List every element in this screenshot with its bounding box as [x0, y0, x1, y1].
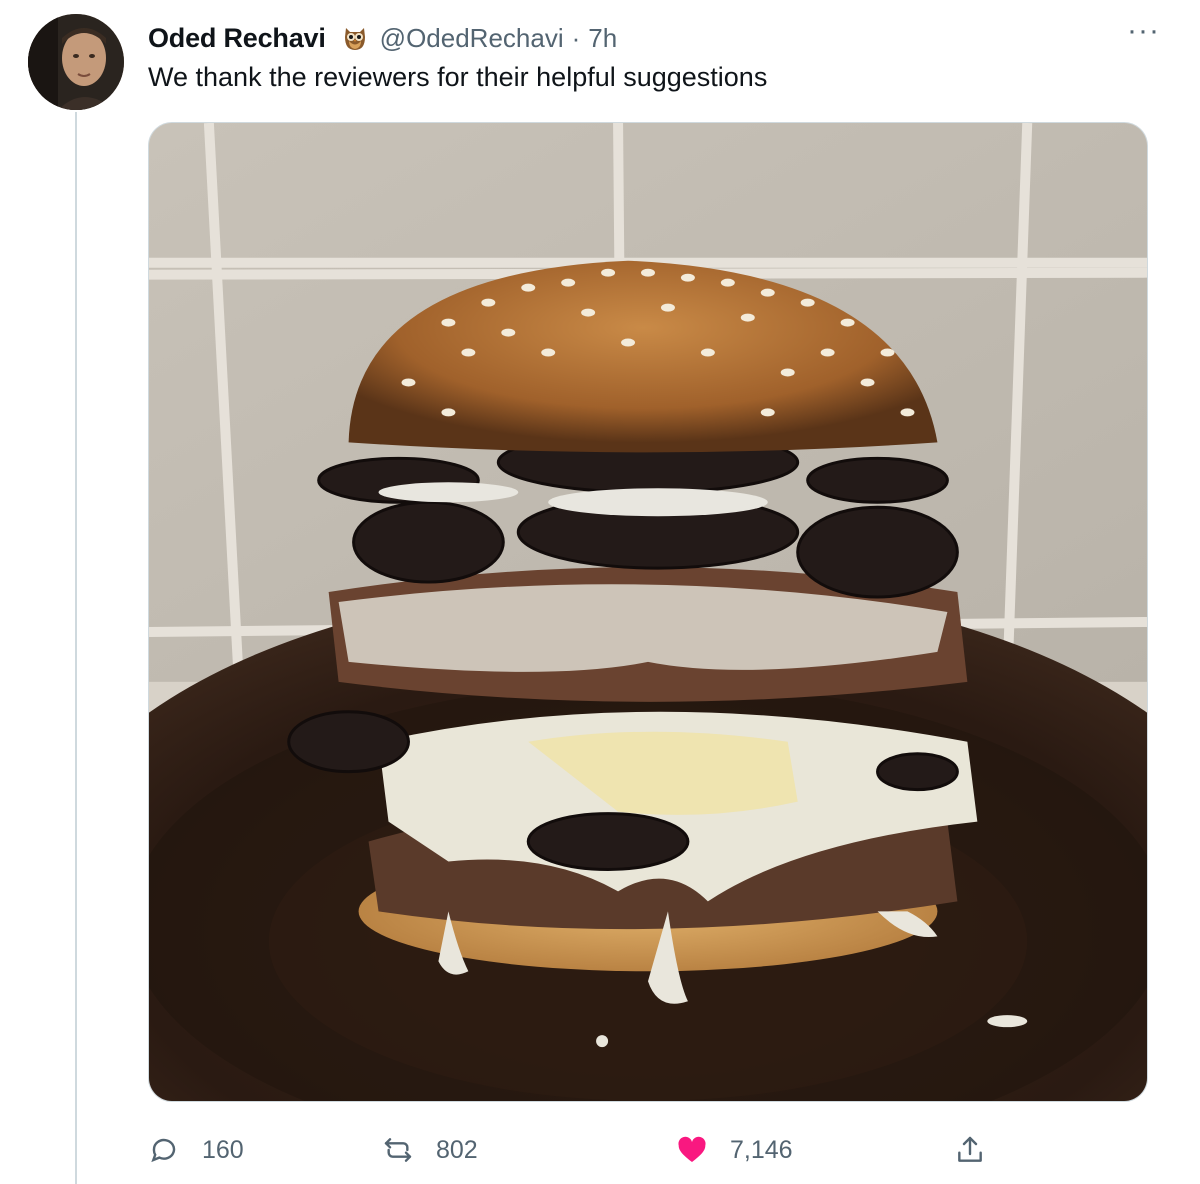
share-button[interactable]: [954, 1128, 1008, 1172]
like-button[interactable]: 7,146: [676, 1128, 793, 1172]
timestamp[interactable]: 7h: [588, 23, 617, 54]
tweet-header: Oded Rechavi @OdedRechavi · 7h: [148, 18, 617, 58]
avatar[interactable]: [28, 14, 124, 110]
tweet-text: We thank the reviewers for their helpful…: [148, 62, 768, 92]
retweet-icon: [382, 1134, 414, 1166]
share-icon: [954, 1134, 986, 1166]
retweet-count: 802: [436, 1135, 478, 1164]
display-name[interactable]: Oded Rechavi: [148, 23, 326, 54]
like-count: 7,146: [730, 1135, 793, 1164]
heart-icon: [676, 1134, 708, 1166]
reply-icon: [148, 1134, 180, 1166]
tweet-actions: 160 802 7,146: [148, 1128, 1148, 1172]
avatar-image: [28, 14, 124, 110]
burger-photo: [149, 123, 1147, 1101]
thread-line: [75, 112, 77, 1184]
separator-dot: ·: [571, 22, 581, 53]
owl-icon: [340, 23, 370, 53]
more-icon[interactable]: ···: [1127, 16, 1160, 46]
reply-button[interactable]: 160: [148, 1128, 244, 1172]
user-handle[interactable]: @OdedRechavi: [380, 23, 564, 54]
retweet-button[interactable]: 802: [382, 1128, 478, 1172]
reply-count: 160: [202, 1135, 244, 1164]
tweet-photo[interactable]: [148, 122, 1148, 1102]
